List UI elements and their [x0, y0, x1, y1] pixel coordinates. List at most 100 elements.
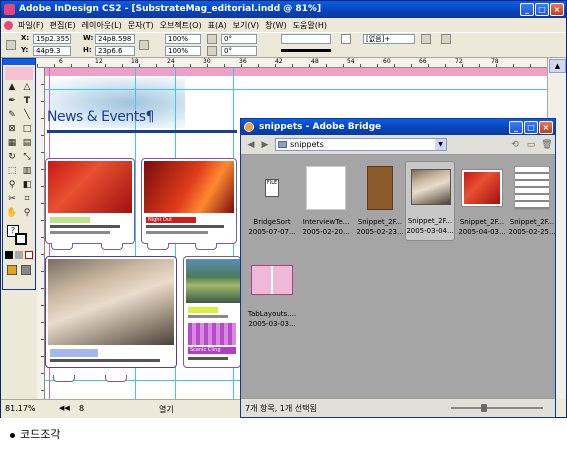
minimize-button[interactable]: _ — [520, 3, 534, 16]
shear-field[interactable]: 0° — [221, 46, 257, 56]
menu-file[interactable]: 파일(F) — [15, 20, 47, 31]
open-label[interactable]: 열기 — [159, 404, 174, 415]
caption-text: 코드조각 — [20, 428, 61, 441]
thumbnail-item[interactable]: Snippet_2F... 2005-02-23... — [355, 163, 405, 243]
pencil-tool-icon[interactable]: ✎ — [5, 109, 19, 122]
apply-color-icon[interactable] — [5, 251, 13, 259]
text-frame-icon[interactable] — [341, 34, 351, 44]
button-tool-icon[interactable]: ▦ — [5, 137, 19, 150]
thumbnail-item-selected[interactable]: Snippet_2F... 2005-03-04... — [405, 161, 455, 241]
slider-knob[interactable] — [481, 404, 487, 412]
menu-layout[interactable]: 레이아웃(L) — [79, 20, 125, 31]
forward-arrow-icon[interactable]: ▶ — [259, 139, 271, 151]
path-dropdown[interactable]: snippets ▼ — [275, 138, 447, 151]
direct-selection-tool-icon[interactable]: △ — [20, 81, 34, 94]
free-transform-tool-icon[interactable]: ⬚ — [5, 165, 19, 178]
gradient-tool-icon[interactable]: ▥ — [20, 165, 34, 178]
apply-none-icon[interactable] — [25, 251, 33, 259]
apply-gradient-icon[interactable] — [15, 251, 23, 259]
stroke-swatch-icon[interactable] — [15, 233, 27, 245]
night-out-label: Night Out — [146, 217, 196, 223]
news-events-heading[interactable]: News & Events¶ — [47, 109, 154, 125]
ruler-tick: 66 — [419, 58, 427, 65]
object-style-dropdown[interactable]: [없음]+ — [363, 34, 415, 44]
pen-tool-icon[interactable]: ✒ — [5, 95, 19, 108]
eyedropper-tool-icon[interactable]: ⚲ — [5, 179, 19, 192]
story-image[interactable] — [144, 161, 234, 213]
thumbnail-size-slider[interactable] — [451, 404, 543, 412]
bridge-minimize-button[interactable]: _ — [509, 121, 523, 134]
story-image[interactable] — [48, 161, 132, 213]
story-card-selected[interactable] — [45, 256, 177, 368]
reference-point-icon[interactable] — [6, 40, 16, 50]
type-tool-icon[interactable]: T — [20, 95, 34, 108]
menu-object[interactable]: 오브젝트(O) — [157, 20, 205, 31]
menu-window[interactable]: 창(W) — [262, 20, 290, 31]
bridge-close-button[interactable]: × — [539, 121, 553, 134]
constrain-proportions-icon[interactable] — [139, 40, 149, 50]
normal-view-icon[interactable] — [7, 265, 17, 275]
card-tab — [105, 375, 127, 382]
card-tab — [53, 375, 75, 382]
rotate-icon[interactable]: ⟲ — [509, 139, 521, 151]
story-text-line — [50, 231, 110, 234]
app-title-bar[interactable]: Adobe InDesign CS2 - [SubstrateMag_edito… — [1, 1, 566, 18]
note-tool-icon[interactable]: ⌗ — [20, 193, 34, 206]
line-tool-icon[interactable]: ╲ — [20, 109, 34, 122]
x-field[interactable]: 15p2.355 — [33, 34, 71, 44]
thumbnail-item[interactable]: FILE BridgeSort 2005-07-07... — [247, 163, 297, 243]
first-page-arrow-icon[interactable]: ◀◀ — [59, 404, 70, 412]
menu-type[interactable]: 문자(T) — [125, 20, 157, 31]
h-field[interactable]: 23p6.6 — [95, 46, 135, 56]
rotate-tool-icon[interactable]: ↻ — [5, 151, 19, 164]
thumbnail-item[interactable]: TabLayouts.... 2005-03-03... — [247, 255, 297, 335]
story-card[interactable] — [45, 158, 135, 244]
y-field[interactable]: 44p9.3 — [33, 46, 71, 56]
bridge-title-bar[interactable]: snippets - Adobe Bridge _ □ × — [241, 119, 555, 135]
scissors-tool-icon[interactable]: ✂ — [5, 193, 19, 206]
w-field[interactable]: 24p8.598 — [95, 34, 135, 44]
stroke-weight-field[interactable] — [281, 34, 331, 44]
menu-bar: 파일(F) 편집(E) 레이아웃(L) 문자(T) 오브젝트(O) 표(A) 보… — [1, 18, 566, 32]
quick-apply-icon[interactable] — [421, 34, 431, 44]
story-card[interactable]: Scenic Cling — [183, 256, 241, 368]
panel-menu-icon[interactable] — [441, 34, 451, 44]
page-number[interactable]: 8 — [79, 404, 84, 413]
bridge-content-pane[interactable]: FILE BridgeSort 2005-07-07... InterviewT… — [241, 155, 557, 398]
rectangle-tool-icon[interactable]: □ — [20, 123, 34, 136]
menu-edit[interactable]: 편집(E) — [47, 20, 79, 31]
bridge-window[interactable]: snippets - Adobe Bridge _ □ × ◀ ▶ snippe… — [240, 118, 556, 418]
scale-y-field[interactable]: 100% — [165, 46, 201, 56]
back-arrow-icon[interactable]: ◀ — [245, 139, 257, 151]
scale-x-field[interactable]: 100% — [165, 34, 201, 44]
stroke-type-swatch[interactable] — [281, 49, 331, 52]
rotate-field[interactable]: 0° — [221, 34, 257, 44]
hand-tool-icon[interactable]: ✋ — [5, 207, 19, 220]
measure-tool-icon[interactable]: ◧ — [20, 179, 34, 192]
thumbnail-item[interactable]: Snippet_2F... 2005-04-03... — [457, 163, 507, 243]
scale-tool-icon[interactable]: ⤡ — [20, 151, 34, 164]
preview-view-icon[interactable] — [21, 265, 31, 275]
zoom-tool-icon[interactable]: ⚲ — [20, 207, 34, 220]
close-button[interactable]: × — [550, 3, 564, 16]
selection-tool-icon[interactable]: ▲ — [5, 81, 19, 94]
table-tool-icon[interactable]: ▤ — [20, 137, 34, 150]
menu-help[interactable]: 도움말(H) — [290, 20, 330, 31]
story-card[interactable]: Night Out — [141, 158, 237, 244]
reef-image[interactable] — [186, 259, 240, 303]
new-folder-icon[interactable]: ▭ — [525, 139, 537, 151]
menu-table[interactable]: 표(A) — [205, 20, 230, 31]
thumbnail-item[interactable]: Snippet_2F... 2005-02-25... — [507, 163, 557, 243]
thumbnail-item[interactable]: InterviewTe... 2005-02-20... — [301, 163, 351, 243]
rectangle-frame-tool-icon[interactable]: ⊠ — [5, 123, 19, 136]
tools-panel-header[interactable] — [3, 59, 35, 65]
scroll-up-arrow-icon[interactable]: ▲ — [549, 59, 566, 73]
hand-slider-image[interactable] — [48, 259, 174, 345]
bridge-maximize-button[interactable]: □ — [524, 121, 538, 134]
zoom-level[interactable]: 81.17% — [5, 404, 36, 413]
delete-icon[interactable]: 🗑 — [541, 139, 553, 151]
chevron-down-icon[interactable]: ▼ — [435, 139, 446, 150]
menu-view[interactable]: 보기(V) — [230, 20, 262, 31]
app-menu-icon[interactable] — [4, 20, 13, 30]
maximize-button[interactable]: □ — [535, 3, 549, 16]
